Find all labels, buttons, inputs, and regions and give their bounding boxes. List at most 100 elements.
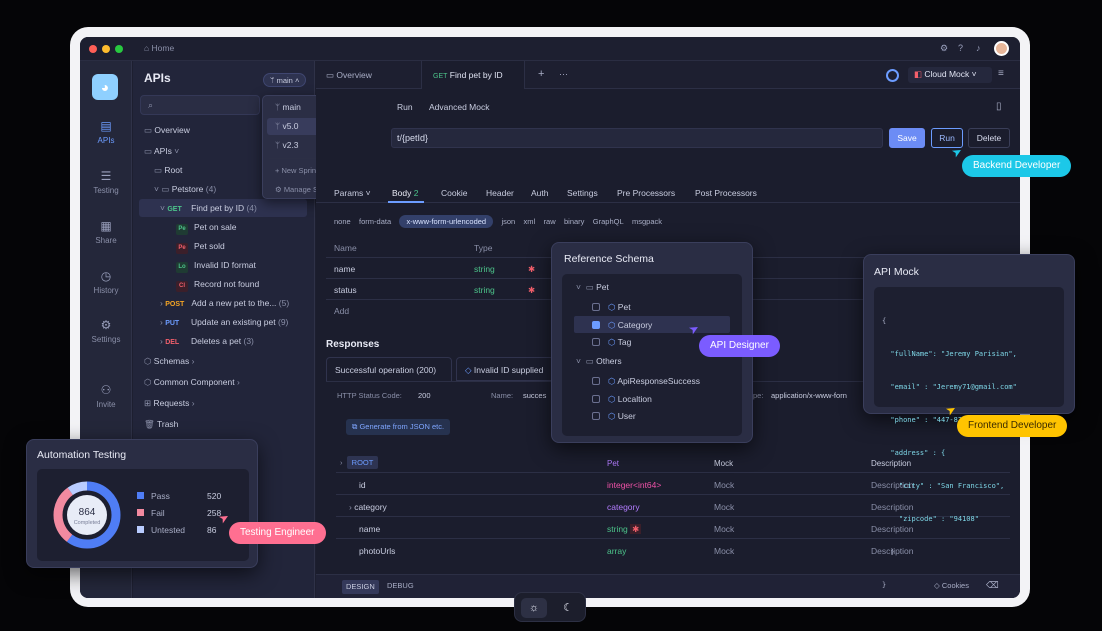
tab-auth[interactable]: Auth — [531, 188, 549, 198]
settings-icon[interactable]: ⚙ — [940, 43, 948, 54]
minimize-dot[interactable] — [102, 45, 110, 53]
response-tab-invalid[interactable]: ◇ Invalid ID supplied — [456, 357, 554, 381]
add-param[interactable]: Add — [334, 306, 349, 316]
avatar[interactable] — [994, 41, 1009, 56]
maximize-dot[interactable] — [115, 45, 123, 53]
menu-icon[interactable]: ≡ — [998, 68, 1004, 79]
body-type[interactable]: json — [501, 217, 515, 226]
checkbox[interactable] — [592, 338, 600, 346]
tab-cookie[interactable]: Cookie — [441, 188, 467, 198]
body-type-selected[interactable]: x-www-form-urlencoded — [399, 215, 494, 228]
sidebar-apis[interactable]: ▭ APIs ˅ — [144, 143, 179, 160]
branch-item-v5[interactable]: ᛘ v5.0 — [275, 118, 299, 135]
schema-field[interactable]: photoUrls — [359, 546, 395, 556]
sidebar-petstore[interactable]: ˅ ▭ Petstore (4) — [154, 181, 216, 198]
checkbox[interactable] — [592, 395, 600, 403]
panel-toggle-icon[interactable]: ▯ — [996, 101, 1002, 112]
case-item[interactable]: Lo Invalid ID format — [176, 257, 256, 274]
dark-mode-icon[interactable]: ☾ — [555, 598, 581, 618]
help-icon[interactable]: ? — [958, 43, 963, 53]
env-selector[interactable]: ◧ Cloud Mock ˅ — [908, 67, 992, 83]
body-type[interactable]: msgpack — [632, 217, 662, 226]
schema-item[interactable]: ⬡ User — [592, 411, 636, 422]
body-type[interactable]: none — [334, 217, 351, 226]
subtab-run[interactable]: Run — [397, 102, 413, 112]
schema-field[interactable]: › category — [349, 502, 387, 512]
status-value[interactable]: 200 — [418, 391, 431, 400]
param-name[interactable]: name — [334, 264, 355, 274]
case-item[interactable]: Pe Pet on sale — [176, 219, 237, 236]
branch-item-main[interactable]: ᛘ main — [275, 99, 301, 116]
rail-share[interactable]: ▦ Share — [80, 219, 132, 245]
delete-button[interactable]: Delete — [968, 128, 1010, 148]
schema-item[interactable]: ⬡ ApiResponseSuccess — [592, 376, 700, 387]
name-value[interactable]: succes — [523, 391, 546, 400]
sidebar-trash[interactable]: 🗑 Trash — [144, 416, 178, 433]
schema-item[interactable]: ⬡ Localtion — [592, 394, 652, 405]
case-item[interactable]: Cl Record not found — [176, 276, 259, 293]
sidebar-find-pet[interactable]: ˅ GET Find pet by ID (4) — [160, 200, 257, 217]
sidebar-overview[interactable]: ▭ Overview — [144, 122, 190, 139]
sidebar-requests[interactable]: ⊞ Requests › — [144, 395, 195, 412]
schema-field[interactable]: name — [359, 524, 380, 534]
body-type[interactable]: raw — [544, 217, 556, 226]
rail-history[interactable]: ◷ History — [80, 269, 132, 295]
body-type[interactable]: form-data — [359, 217, 391, 226]
sidebar-post[interactable]: › POST Add a new pet to the... (5) — [160, 295, 289, 312]
more-tabs-button[interactable]: ··· — [559, 69, 568, 79]
checkbox[interactable] — [592, 412, 600, 420]
design-tab[interactable]: DESIGN — [342, 580, 379, 594]
tab-post-processors[interactable]: Post Processors — [695, 188, 757, 198]
generate-button[interactable]: ⧉ Generate from JSON etc. — [346, 419, 451, 435]
rail-settings[interactable]: ⚙ Settings — [80, 318, 132, 344]
tab-params[interactable]: Params ˅ — [334, 188, 371, 198]
case-item[interactable]: Pe Pet sold — [176, 238, 225, 255]
checkbox[interactable] — [592, 377, 600, 385]
param-type[interactable]: string — [474, 285, 495, 295]
schema-mock[interactable]: Mock — [714, 524, 734, 534]
sidebar-schemas[interactable]: ⬡ Schemas › — [144, 353, 194, 370]
debug-tab[interactable]: DEBUG — [387, 581, 414, 590]
sidebar-root[interactable]: ▭ Root — [154, 162, 182, 179]
content-type-value[interactable]: application/x-www-forn — [771, 391, 847, 400]
schema-mock[interactable]: Mock — [714, 546, 734, 556]
url-input[interactable]: t/{petId} — [391, 128, 883, 148]
tab-overview[interactable]: ▭ Overview — [326, 70, 372, 81]
branch-selector[interactable]: ᛘ main ˄ — [263, 73, 307, 87]
bell-icon[interactable]: ♪ — [976, 43, 981, 53]
rail-testing[interactable]: ☰ Testing — [80, 169, 132, 195]
param-name[interactable]: status — [334, 285, 357, 295]
new-tab-button[interactable]: + — [538, 68, 544, 80]
subtab-advanced-mock[interactable]: Advanced Mock — [429, 102, 489, 112]
sidebar-put[interactable]: › PUT Update an existing pet (9) — [160, 314, 288, 331]
param-type[interactable]: string — [474, 264, 495, 274]
home-link[interactable]: ⌂ Home — [144, 43, 174, 53]
body-type[interactable]: binary — [564, 217, 584, 226]
tab-find-pet[interactable]: GET Find pet by ID — [421, 61, 525, 89]
env-icon[interactable] — [886, 69, 899, 82]
tab-pre-processors[interactable]: Pre Processors — [617, 188, 675, 198]
schema-group-others[interactable]: ˅ ▭ Others — [576, 356, 622, 367]
schema-mock[interactable]: Mock — [714, 480, 734, 490]
tab-settings[interactable]: Settings — [567, 188, 598, 198]
schema-mock[interactable]: Mock — [714, 502, 734, 512]
close-dot[interactable] — [89, 45, 97, 53]
schema-item[interactable]: ⬡ Tag — [592, 337, 631, 348]
tab-header[interactable]: Header — [486, 188, 514, 198]
body-type[interactable]: GraphQL — [593, 217, 624, 226]
save-button[interactable]: Save — [889, 128, 925, 148]
light-mode-icon[interactable]: ☼ — [521, 598, 547, 618]
tab-body[interactable]: Body 2 — [392, 188, 418, 198]
schema-item[interactable]: ⬡ Category — [592, 320, 652, 331]
checkbox-checked[interactable] — [592, 321, 600, 329]
rail-apis[interactable]: ▤ APIs — [80, 119, 132, 145]
schema-field[interactable]: id — [359, 480, 366, 490]
root-row[interactable]: › ROOT — [340, 456, 379, 469]
rail-invite[interactable]: ⚇ Invite — [80, 383, 132, 409]
branch-item-v2[interactable]: ᛘ v2.3 — [275, 137, 299, 154]
sidebar-delete[interactable]: › DEL Deletes a pet (3) — [160, 333, 254, 350]
checkbox[interactable] — [592, 303, 600, 311]
search-input[interactable]: ⌕ — [140, 95, 260, 115]
schema-item[interactable]: ⬡ Pet — [592, 302, 631, 313]
response-tab-200[interactable]: Successful operation (200) — [326, 357, 452, 381]
